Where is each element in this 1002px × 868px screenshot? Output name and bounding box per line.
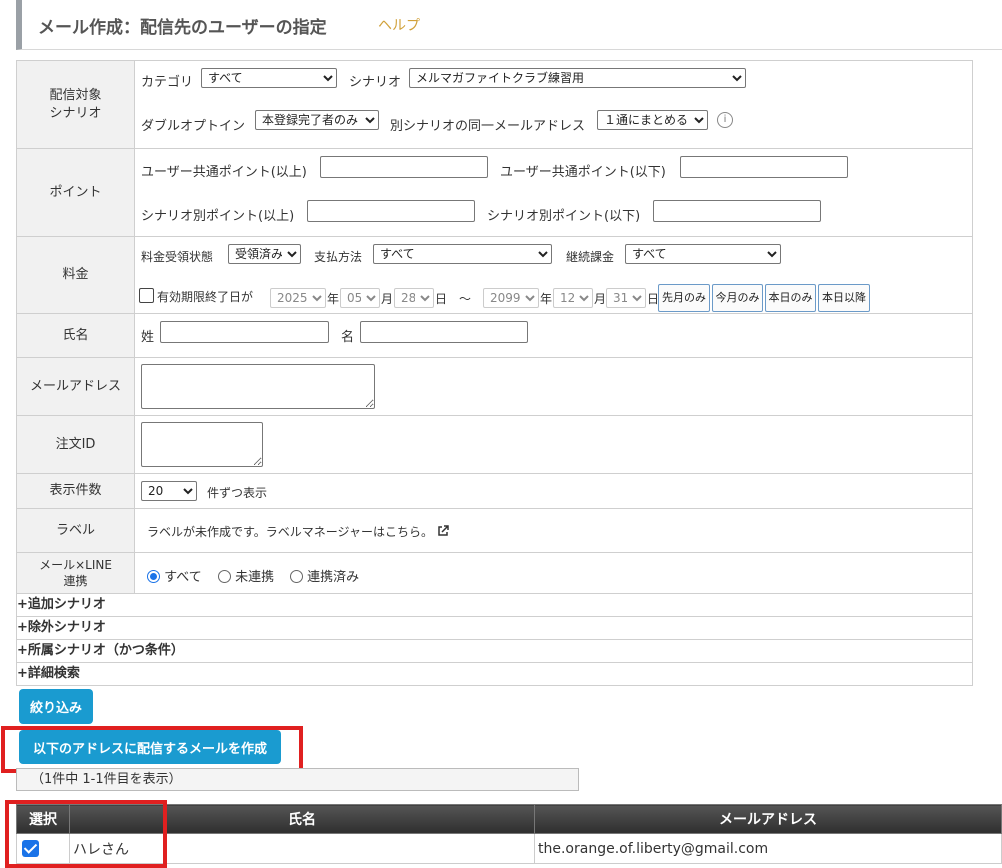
- label-points: ポイント: [16, 148, 135, 237]
- radio-all[interactable]: すべて: [147, 566, 202, 585]
- range-tilde: ～: [459, 292, 472, 306]
- to-day-select[interactable]: 31: [606, 288, 646, 308]
- sei-input[interactable]: [160, 321, 329, 343]
- scenario-select[interactable]: メルマガファイトクラブ練習用: [409, 68, 746, 88]
- unit-year-2: 年: [540, 292, 553, 306]
- common-min-input[interactable]: [320, 156, 488, 178]
- mei-label: 名: [341, 330, 355, 345]
- unit-year: 年: [327, 292, 340, 306]
- label-manager-link[interactable]: ラベルが未作成です。ラベルマネージャーはこちら。: [147, 523, 449, 540]
- from-month-select[interactable]: 05: [340, 288, 380, 308]
- unit-day: 日: [435, 292, 448, 306]
- scen-min-input[interactable]: [307, 200, 475, 222]
- pay-method-label: 支払方法: [314, 250, 363, 264]
- optin-label: ダブルオプトイン: [141, 119, 246, 134]
- page-header: メール作成：配信先のユーザーの指定 ヘルプ: [16, 0, 1002, 50]
- common-max-label: ユーザー共通ポイント(以下): [500, 165, 666, 180]
- fee-status-select[interactable]: 受領済み: [228, 244, 301, 264]
- label-count: 表示件数: [16, 473, 135, 509]
- external-link-icon: [438, 525, 449, 536]
- expander-exclude-scenario[interactable]: +除外シナリオ: [16, 616, 973, 640]
- label-email: メールアドレス: [16, 357, 135, 416]
- label-tag: ラベル: [16, 508, 135, 553]
- pay-method-select[interactable]: すべて: [373, 244, 552, 264]
- scen-min-label: シナリオ別ポイント(以上): [141, 209, 295, 224]
- count-select[interactable]: 20: [141, 481, 197, 501]
- expander-belong-scenario[interactable]: +所属シナリオ（かつ条件）: [16, 639, 973, 663]
- scen-max-label: シナリオ別ポイント(以下): [487, 209, 641, 224]
- to-month-select[interactable]: 12: [553, 288, 593, 308]
- radio-linked[interactable]: 連携済み: [290, 566, 359, 585]
- unit-month: 月: [381, 292, 394, 306]
- count-suffix: 件ずつ表示: [207, 486, 268, 500]
- filter-button[interactable]: 絞り込み: [19, 689, 93, 724]
- this-month-button[interactable]: 今月のみ: [712, 284, 763, 312]
- after-today-button[interactable]: 本日以降: [818, 284, 870, 312]
- category-select[interactable]: すべて: [201, 68, 337, 88]
- from-day-select[interactable]: 28: [394, 288, 434, 308]
- today-only-button[interactable]: 本日のみ: [765, 284, 816, 312]
- label-scenario: 配信対象 シナリオ: [16, 60, 135, 149]
- expander-add-scenario[interactable]: +追加シナリオ: [16, 593, 973, 617]
- scen-max-input[interactable]: [653, 200, 821, 222]
- common-max-input[interactable]: [680, 156, 848, 178]
- expiry-row: 有効期限終了日が 2025 年 05 月 28 日 ～ 2099 年 12 月 …: [135, 284, 973, 313]
- filter-form: 配信対象 シナリオ カテゴリ すべて シナリオ メルマガファイトクラブ練習用 ダ…: [16, 60, 973, 686]
- radio-unlinked[interactable]: 未連携: [218, 566, 274, 585]
- common-min-label: ユーザー共通ポイント(以上): [141, 165, 307, 180]
- recurring-select[interactable]: すべて: [625, 244, 781, 264]
- sei-label: 姓: [141, 330, 155, 345]
- dup-select[interactable]: １通にまとめる: [597, 110, 708, 130]
- result-count: （1件中 1-1件目を表示）: [16, 768, 579, 791]
- optin-select[interactable]: 本登録完了者のみ: [255, 110, 379, 130]
- create-mail-button[interactable]: 以下のアドレスに配信するメールを作成: [19, 730, 281, 764]
- row-email: the.orange.of.liberty@gmail.com: [534, 833, 1002, 864]
- scenario-label: シナリオ: [349, 75, 402, 90]
- info-icon[interactable]: i: [717, 112, 733, 128]
- email-textarea[interactable]: [141, 364, 375, 409]
- highlight-select-column: [5, 800, 167, 868]
- fee-status-label: 料金受領状態: [141, 250, 214, 264]
- category-label: カテゴリ: [141, 75, 194, 90]
- from-year-select[interactable]: 2025: [270, 288, 326, 308]
- label-name: 氏名: [16, 313, 135, 358]
- label-line-link: メール×LINE 連携: [16, 552, 135, 594]
- dup-label: 別シナリオの同一メールアドレス: [390, 119, 586, 134]
- expiry-label: 有効期限終了日が: [157, 290, 254, 304]
- mei-input[interactable]: [360, 321, 528, 343]
- page-title: メール作成：配信先のユーザーの指定: [38, 18, 327, 38]
- order-id-textarea[interactable]: [141, 422, 263, 467]
- help-link[interactable]: ヘルプ: [378, 15, 420, 35]
- header-email[interactable]: メールアドレス: [534, 804, 1002, 834]
- last-month-button[interactable]: 先月のみ: [658, 284, 710, 312]
- recurring-label: 継続課金: [566, 250, 615, 264]
- expander-detail-search[interactable]: +詳細検索: [16, 662, 973, 686]
- label-order-id: 注文ID: [16, 415, 135, 474]
- label-fee: 料金: [16, 236, 135, 314]
- expiry-checkbox[interactable]: [139, 288, 154, 303]
- unit-month-2: 月: [594, 292, 607, 306]
- to-year-select[interactable]: 2099: [483, 288, 539, 308]
